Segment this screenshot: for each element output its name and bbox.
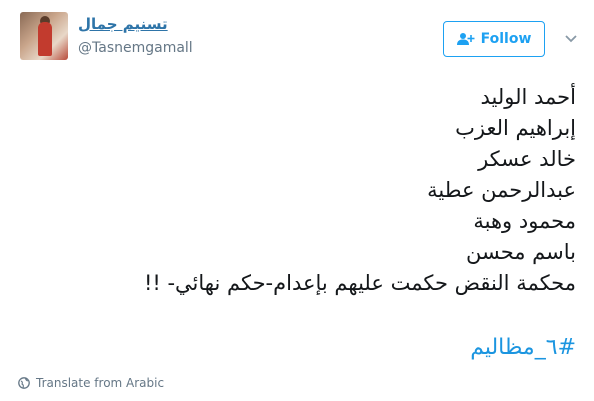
follow-button-label: Follow — [480, 31, 532, 47]
tweet-line: خالد عسكر — [478, 147, 576, 171]
chevron-down-icon[interactable] — [564, 33, 578, 45]
avatar[interactable] — [20, 12, 68, 60]
tweet-line: إبراهيم العزب — [455, 116, 576, 140]
author-handle[interactable]: @Tasnemgamall — [78, 40, 193, 56]
tweet-line: محمود وهبة — [473, 209, 576, 233]
tweet-line: أحمد الوليد — [480, 85, 577, 109]
author-display-name[interactable]: تسنيم جمال — [78, 15, 168, 33]
tweet-line: عبدالرحمن عطية — [427, 178, 576, 202]
hashtag-link[interactable]: #٦_مظاليم — [470, 335, 576, 360]
tweet-text: أحمد الوليد إبراهيم العزب خالد عسكر عبدا… — [36, 82, 576, 299]
tweet-line: باسم محسن — [465, 240, 576, 264]
tweet-line: محكمة النقض حكمت عليهم بإعدام-حكم نهائي-… — [143, 271, 576, 295]
translate-link[interactable]: Translate from Arabic — [18, 376, 164, 390]
follow-button[interactable]: Follow — [443, 21, 545, 57]
person-add-icon — [456, 33, 475, 45]
globe-icon — [18, 377, 30, 389]
tweet-card: تسنيم جمال @Tasnemgamall Follow أحمد الو… — [0, 0, 594, 401]
avatar-figure-body — [38, 22, 52, 56]
translate-label: Translate from Arabic — [36, 376, 165, 390]
